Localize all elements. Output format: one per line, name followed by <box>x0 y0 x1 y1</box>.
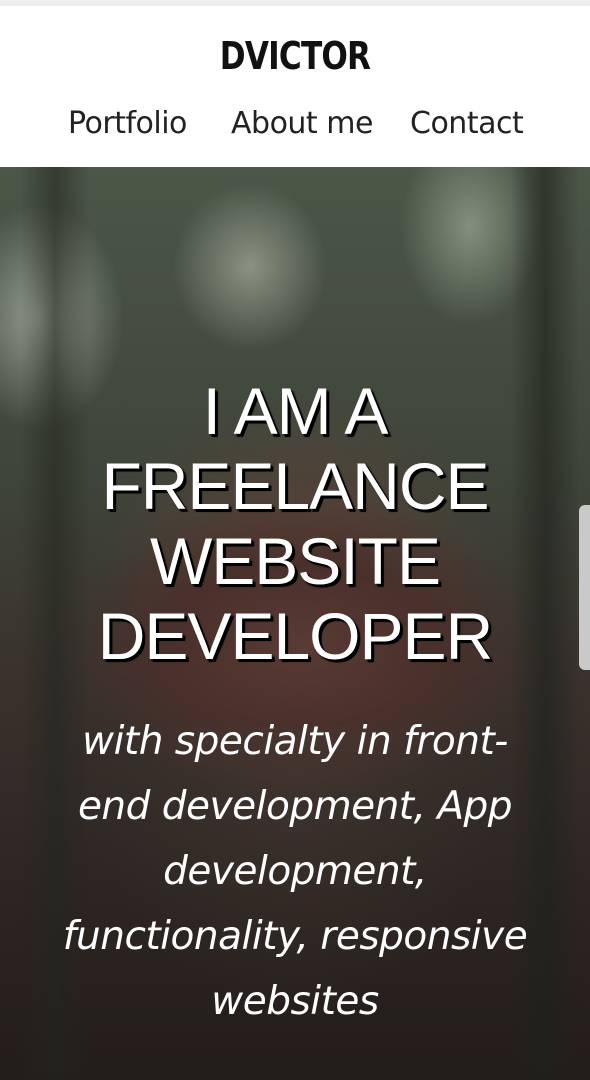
site-logo[interactable]: DVICTOR <box>53 34 537 78</box>
page: DVICTOR Portfolio About me Contact I AM … <box>0 0 590 1080</box>
hero-subtitle-line: websites <box>211 979 379 1024</box>
hero-title-line: WEBSITE <box>149 524 441 599</box>
hero-subtitle-line: with specialty in front- <box>82 719 508 764</box>
hero-subtitle-line: development, <box>163 849 427 894</box>
hero-title-line: FREELANCE <box>101 449 489 524</box>
hero-title-line: DEVELOPER <box>97 599 493 674</box>
nav-link-portfolio[interactable]: Portfolio <box>68 106 187 141</box>
nav-link-contact[interactable]: Contact <box>410 106 524 141</box>
nav-link-about-me[interactable]: About me <box>231 106 373 141</box>
scrollbar-handle[interactable] <box>579 505 590 670</box>
hero-subtitle-line: end development, App <box>77 784 513 829</box>
hero-title: I AM A FREELANCE WEBSITE DEVELOPER <box>0 374 590 674</box>
hero-title-line: I AM A <box>202 374 389 449</box>
hero-subtitle-line: functionality, responsive <box>62 914 528 959</box>
main-nav: Portfolio About me Contact <box>0 106 590 146</box>
site-header: DVICTOR Portfolio About me Contact <box>0 6 590 167</box>
hero-subtitle: with specialty in front- end development… <box>0 709 590 1034</box>
